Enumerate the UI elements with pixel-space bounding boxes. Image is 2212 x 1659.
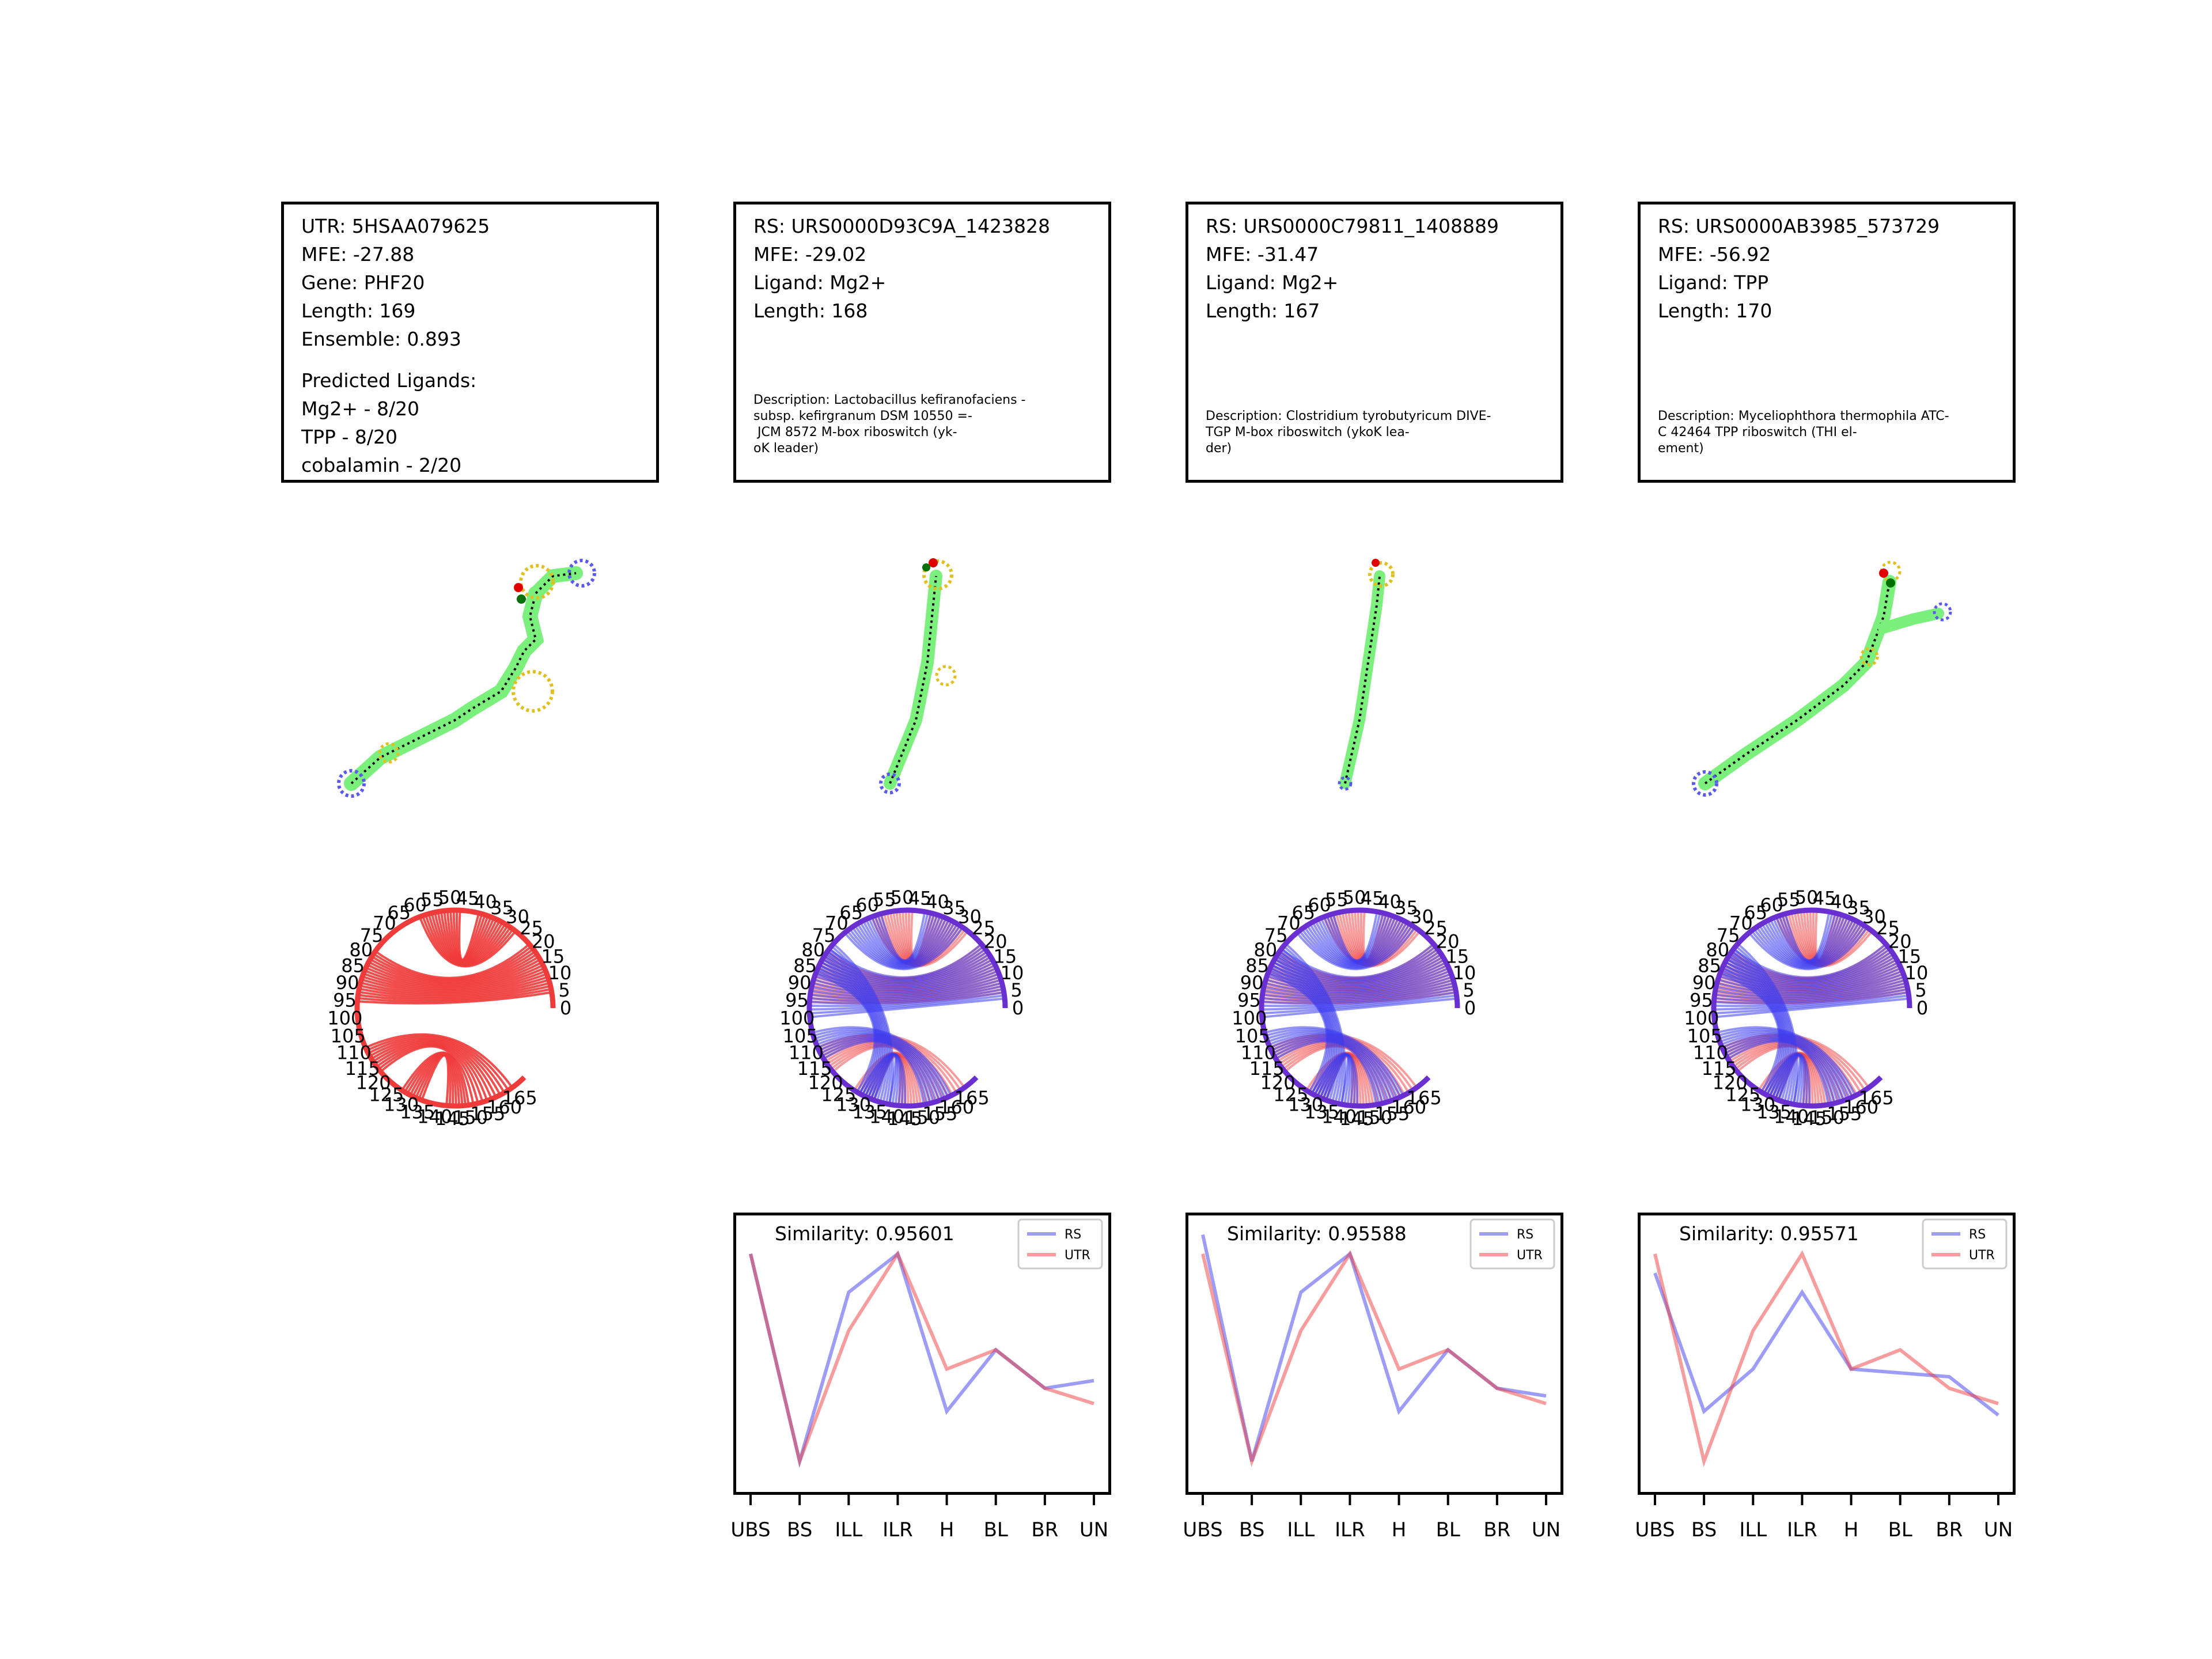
- legend-label: RS: [1517, 1228, 1533, 1242]
- info-line: MFE: -27.88: [301, 243, 415, 266]
- description: Description: Myceliophthora thermophila …: [1658, 409, 1949, 456]
- info-box-utr: UTR: 5HSAA079625 MFE: -27.88 Gene: PHF20…: [281, 202, 659, 483]
- x-tick-label: BR: [1936, 1518, 1963, 1541]
- info-line: Gene: PHF20: [301, 271, 425, 294]
- chord-tick-label: 165: [502, 1087, 537, 1109]
- x-tick-label: BS: [1691, 1518, 1717, 1541]
- info-line: RS: URS0000AB3985_573729: [1658, 215, 1940, 237]
- internal-loop: [512, 670, 554, 713]
- x-tick-label: ILL: [1287, 1518, 1315, 1541]
- similarity-chart-1: UBS BS ILL ILR H BL BR UN Similarity: 0.95601 RS U…: [730, 1213, 1111, 1541]
- x-tick-label: UBS: [730, 1518, 770, 1541]
- similarity-chart-3: UBS BS ILL ILR H BL BR UN Similarity: 0.95571 RS U…: [1635, 1213, 2016, 1541]
- x-tick-label: BL: [984, 1518, 1008, 1541]
- info-line: Predicted Ligands:: [301, 369, 477, 392]
- description: Description: Clostridium tyrobutyricum D…: [1206, 409, 1491, 456]
- x-tick-label: BR: [1031, 1518, 1058, 1541]
- x-tick-label: ILL: [1739, 1518, 1767, 1541]
- description: Description: Lactobacillus kefiranofacie…: [753, 393, 1026, 456]
- structure-drawing-2: [879, 558, 957, 794]
- x-tick-label: ILR: [882, 1518, 913, 1541]
- info-line: Ligand: TPP: [1658, 271, 1769, 294]
- info-line: Ligand: Mg2+: [1206, 271, 1339, 294]
- chord-tick-label: 165: [1859, 1087, 1894, 1109]
- x-tick-label: UN: [1984, 1518, 2013, 1541]
- x-tick-label: H: [1392, 1518, 1407, 1541]
- info-line: Mg2+ - 8/20: [301, 397, 420, 420]
- chord-diagram-rs-1: 0510152025303540455055606570758085909510…: [779, 887, 1024, 1130]
- similarity-label: Similarity: 0.95571: [1679, 1222, 1859, 1245]
- x-tick-label: UBS: [1635, 1518, 1675, 1541]
- red-marker: [1879, 569, 1888, 578]
- info-line: Length: 168: [753, 300, 868, 322]
- similarity-chart-2: UBS BS ILL ILR H BL BR UN Similarity: 0.95588 RS U…: [1183, 1213, 1563, 1541]
- chord-diagram-utr: 0510152025303540455055606570758085909510…: [327, 887, 571, 1130]
- info-box-rs-3: RS: URS0000AB3985_573729 MFE: -56.92 Lig…: [1638, 202, 2016, 483]
- info-line: UTR: 5HSAA079625: [301, 215, 490, 237]
- x-tick-label: BR: [1483, 1518, 1510, 1541]
- x-tick-label: BL: [1436, 1518, 1460, 1541]
- green-marker: [1886, 578, 1895, 588]
- structure-drawing-4: [1692, 560, 1952, 797]
- x-tick-label: ILR: [1335, 1518, 1365, 1541]
- x-tick-label: ILR: [1787, 1518, 1817, 1541]
- legend: RS UTR: [1017, 1218, 1103, 1270]
- chord-diagram-rs-2: 0510152025303540455055606570758085909510…: [1232, 887, 1476, 1130]
- x-tick-label: BL: [1888, 1518, 1912, 1541]
- similarity-label: Similarity: 0.95588: [1227, 1222, 1407, 1245]
- info-box-rs-2: RS: URS0000C79811_1408889 MFE: -31.47 Li…: [1185, 202, 1563, 483]
- info-line: Ligand: Mg2+: [753, 271, 887, 294]
- info-line: Length: 169: [301, 300, 416, 322]
- info-box-rs-1: RS: URS0000D93C9A_1423828 MFE: -29.02 Li…: [733, 202, 1111, 483]
- structure-drawing-1: [337, 559, 596, 798]
- x-tick-label: H: [940, 1518, 955, 1541]
- legend-label: UTR: [1065, 1248, 1090, 1263]
- similarity-label: Similarity: 0.95601: [775, 1222, 955, 1245]
- info-line: Length: 170: [1658, 300, 1772, 322]
- info-line: MFE: -31.47: [1206, 243, 1319, 266]
- legend-label: RS: [1969, 1228, 1986, 1242]
- legend-label: UTR: [1517, 1248, 1543, 1263]
- info-line: cobalamin - 2/20: [301, 454, 462, 476]
- x-tick-label: UN: [1532, 1518, 1560, 1541]
- green-marker: [922, 563, 930, 571]
- x-tick-label: H: [1844, 1518, 1859, 1541]
- info-line: MFE: -29.02: [753, 243, 867, 266]
- info-line: Ensemble: 0.893: [301, 328, 461, 350]
- x-tick-label: UBS: [1183, 1518, 1222, 1541]
- x-tick-label: BS: [1239, 1518, 1264, 1541]
- x-tick-label: BS: [787, 1518, 812, 1541]
- info-line: Length: 167: [1206, 300, 1320, 322]
- legend-label: UTR: [1969, 1248, 1995, 1263]
- info-line: RS: URS0000C79811_1408889: [1206, 215, 1499, 237]
- structure-drawing-3: [1338, 559, 1395, 791]
- info-line: RS: URS0000D93C9A_1423828: [753, 215, 1050, 237]
- legend-label: RS: [1065, 1228, 1081, 1242]
- x-tick-label: UN: [1080, 1518, 1108, 1541]
- info-line: TPP - 8/20: [301, 426, 397, 448]
- green-marker: [517, 594, 526, 604]
- red-marker: [1372, 559, 1380, 567]
- chord-tick-label: 165: [955, 1087, 990, 1109]
- info-line: MFE: -56.92: [1658, 243, 1771, 266]
- structure-stem: [344, 566, 583, 791]
- chord-tick-label: 165: [1407, 1087, 1442, 1109]
- legend: RS UTR: [1469, 1218, 1555, 1270]
- x-tick-label: ILL: [835, 1518, 862, 1541]
- chord-diagram-rs-3: 0510152025303540455055606570758085909510…: [1684, 887, 1928, 1130]
- legend: RS UTR: [1922, 1218, 2008, 1270]
- internal-loop: [935, 665, 957, 687]
- red-marker: [514, 583, 523, 592]
